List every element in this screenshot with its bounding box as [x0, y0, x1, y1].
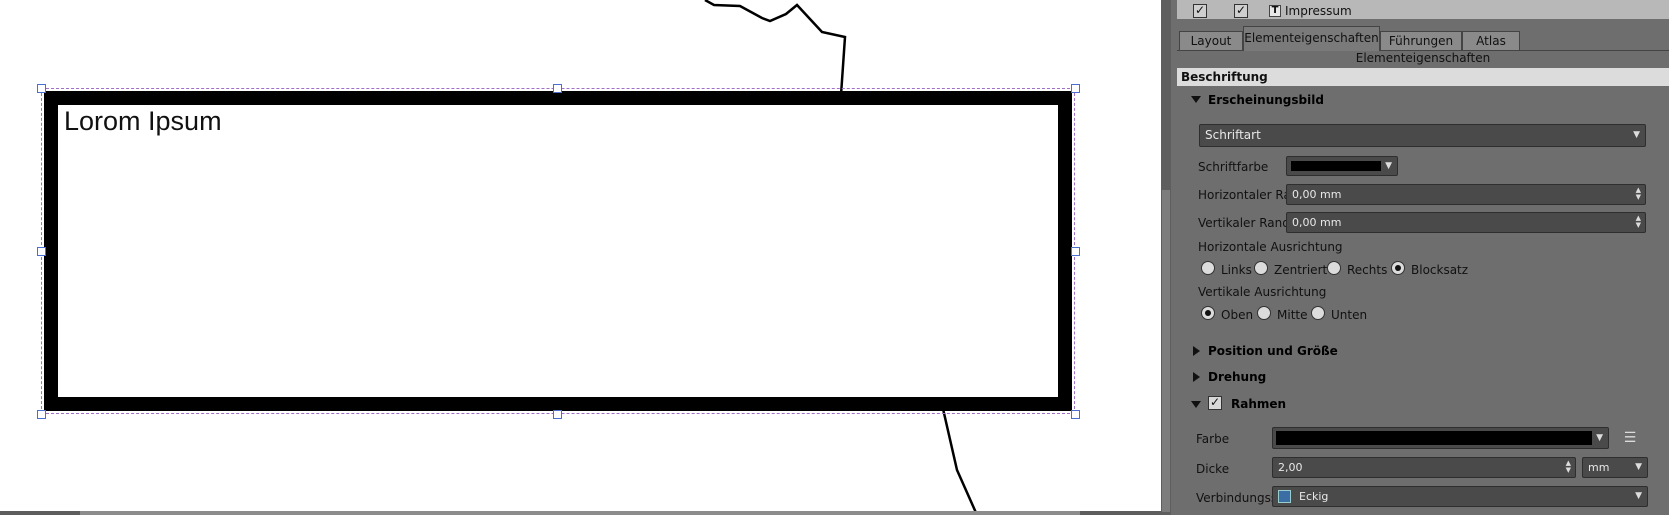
h-align-justify-radio[interactable] [1391, 261, 1405, 275]
group-frame-header[interactable]: Rahmen [1231, 397, 1286, 411]
dropdown-arrow-icon: ▼ [1635, 462, 1642, 472]
frame-unit-value: mm [1588, 461, 1610, 474]
spinner-icon: ▲ ▼ [1635, 186, 1641, 201]
frame-color-picker[interactable]: ▼ [1272, 427, 1609, 449]
h-align-center-radio[interactable] [1254, 261, 1268, 275]
v-align-middle-radio[interactable] [1257, 306, 1271, 320]
tab-layout[interactable]: Layout [1179, 31, 1243, 50]
expand-arrow-icon[interactable] [1193, 346, 1200, 356]
v-margin-value: 0,00 mm [1292, 216, 1342, 229]
h-align-left-radio[interactable] [1201, 261, 1215, 275]
dropdown-arrow-icon: ▼ [1635, 491, 1642, 501]
v-align-middle-label[interactable]: Mitte [1277, 308, 1307, 322]
frame-color-swatch [1276, 431, 1592, 445]
label-text: Lorom Ipsum [64, 106, 222, 136]
section-header: Beschriftung [1177, 68, 1669, 86]
resize-handle-top[interactable] [553, 84, 562, 93]
tab-item-properties[interactable]: Elementeigenschaften [1243, 26, 1380, 51]
frame-unit-select[interactable]: mm ▼ [1582, 457, 1648, 478]
font-button-label: Schriftart [1205, 128, 1261, 142]
v-margin-label: Vertikaler Rand [1198, 216, 1290, 230]
group-appearance-header[interactable]: Erscheinungsbild [1208, 93, 1324, 107]
resize-handle-bottom-right[interactable] [1071, 410, 1080, 419]
join-style-value: Eckig [1299, 490, 1329, 503]
data-defined-override-icon[interactable]: ☰ [1620, 429, 1640, 447]
frame-enabled-checkbox[interactable]: ✓ [1208, 396, 1222, 410]
dropdown-arrow-icon: ▼ [1633, 130, 1640, 140]
v-align-label: Vertikale Ausrichtung [1198, 285, 1327, 299]
layer-lock-checkbox[interactable]: ✓ [1234, 4, 1248, 18]
collapse-arrow-icon[interactable] [1191, 96, 1201, 103]
frame-thickness-label: Dicke [1196, 462, 1230, 476]
h-align-center-label[interactable]: Zentriert [1274, 263, 1327, 277]
h-align-right-label[interactable]: Rechts [1347, 263, 1387, 277]
layer-list-item[interactable]: ✓ ✓ T Impressum [1177, 0, 1669, 19]
spinner-icon: ▲ ▼ [1565, 459, 1571, 474]
v-align-bottom-radio[interactable] [1311, 306, 1325, 320]
expand-arrow-icon[interactable] [1193, 372, 1200, 382]
h-margin-value: 0,00 mm [1292, 188, 1342, 201]
h-align-justify-label[interactable]: Blocksatz [1411, 263, 1468, 277]
panel-scrollbar-thumb[interactable] [1162, 190, 1170, 512]
miter-join-icon [1278, 490, 1291, 503]
font-color-picker[interactable]: ▼ [1286, 156, 1398, 176]
group-rotation-header[interactable]: Drehung [1208, 370, 1266, 384]
label-item[interactable]: Lorom Ipsum [44, 91, 1072, 411]
v-margin-input[interactable]: 0,00 mm ▲ ▼ [1286, 212, 1646, 233]
frame-thickness-input[interactable]: 2,00 ▲ ▼ [1272, 457, 1576, 478]
layer-visible-checkbox[interactable]: ✓ [1193, 4, 1207, 18]
layout-canvas[interactable]: Lorom Ipsum [0, 0, 1161, 515]
panel-tab-bar: Layout Elementeigenschaften Führungen At… [1177, 26, 1669, 51]
resize-handle-bottom-left[interactable] [37, 410, 46, 419]
join-style-select[interactable]: Eckig ▼ [1272, 486, 1648, 507]
v-align-bottom-label[interactable]: Unten [1331, 308, 1367, 322]
h-margin-input[interactable]: 0,00 mm ▲ ▼ [1286, 184, 1646, 205]
tab-guides[interactable]: Führungen [1380, 31, 1462, 50]
resize-handle-left[interactable] [37, 247, 46, 256]
panel-title: Elementeigenschaften [1355, 51, 1491, 65]
canvas-horizontal-scrollbar[interactable] [0, 511, 1161, 515]
font-button[interactable]: Schriftart ▼ [1199, 124, 1646, 147]
panel-scrollbar[interactable] [1161, 0, 1171, 515]
frame-thickness-value: 2,00 [1278, 461, 1303, 474]
collapse-arrow-icon[interactable] [1191, 401, 1201, 408]
h-align-right-radio[interactable] [1327, 261, 1341, 275]
group-position-header[interactable]: Position und Größe [1208, 344, 1338, 358]
resize-handle-bottom[interactable] [553, 410, 562, 419]
text-item-icon: T [1269, 5, 1281, 17]
frame-color-label: Farbe [1196, 432, 1230, 446]
h-align-label: Horizontale Ausrichtung [1198, 240, 1343, 254]
v-align-top-label[interactable]: Oben [1221, 308, 1253, 322]
font-color-swatch [1291, 161, 1381, 171]
resize-handle-top-right[interactable] [1071, 84, 1080, 93]
tab-atlas[interactable]: Atlas [1462, 31, 1520, 50]
v-align-top-radio[interactable] [1201, 306, 1215, 320]
dropdown-arrow-icon: ▼ [1596, 433, 1603, 443]
dropdown-arrow-icon: ▼ [1385, 161, 1392, 171]
resize-handle-top-left[interactable] [37, 84, 46, 93]
resize-handle-right[interactable] [1071, 247, 1080, 256]
h-align-left-label[interactable]: Links [1221, 263, 1252, 277]
spinner-icon: ▲ ▼ [1635, 214, 1641, 229]
canvas-scrollbar-thumb[interactable] [80, 511, 1080, 515]
font-color-label: Schriftfarbe [1198, 160, 1269, 174]
layer-name: Impressum [1285, 4, 1352, 18]
